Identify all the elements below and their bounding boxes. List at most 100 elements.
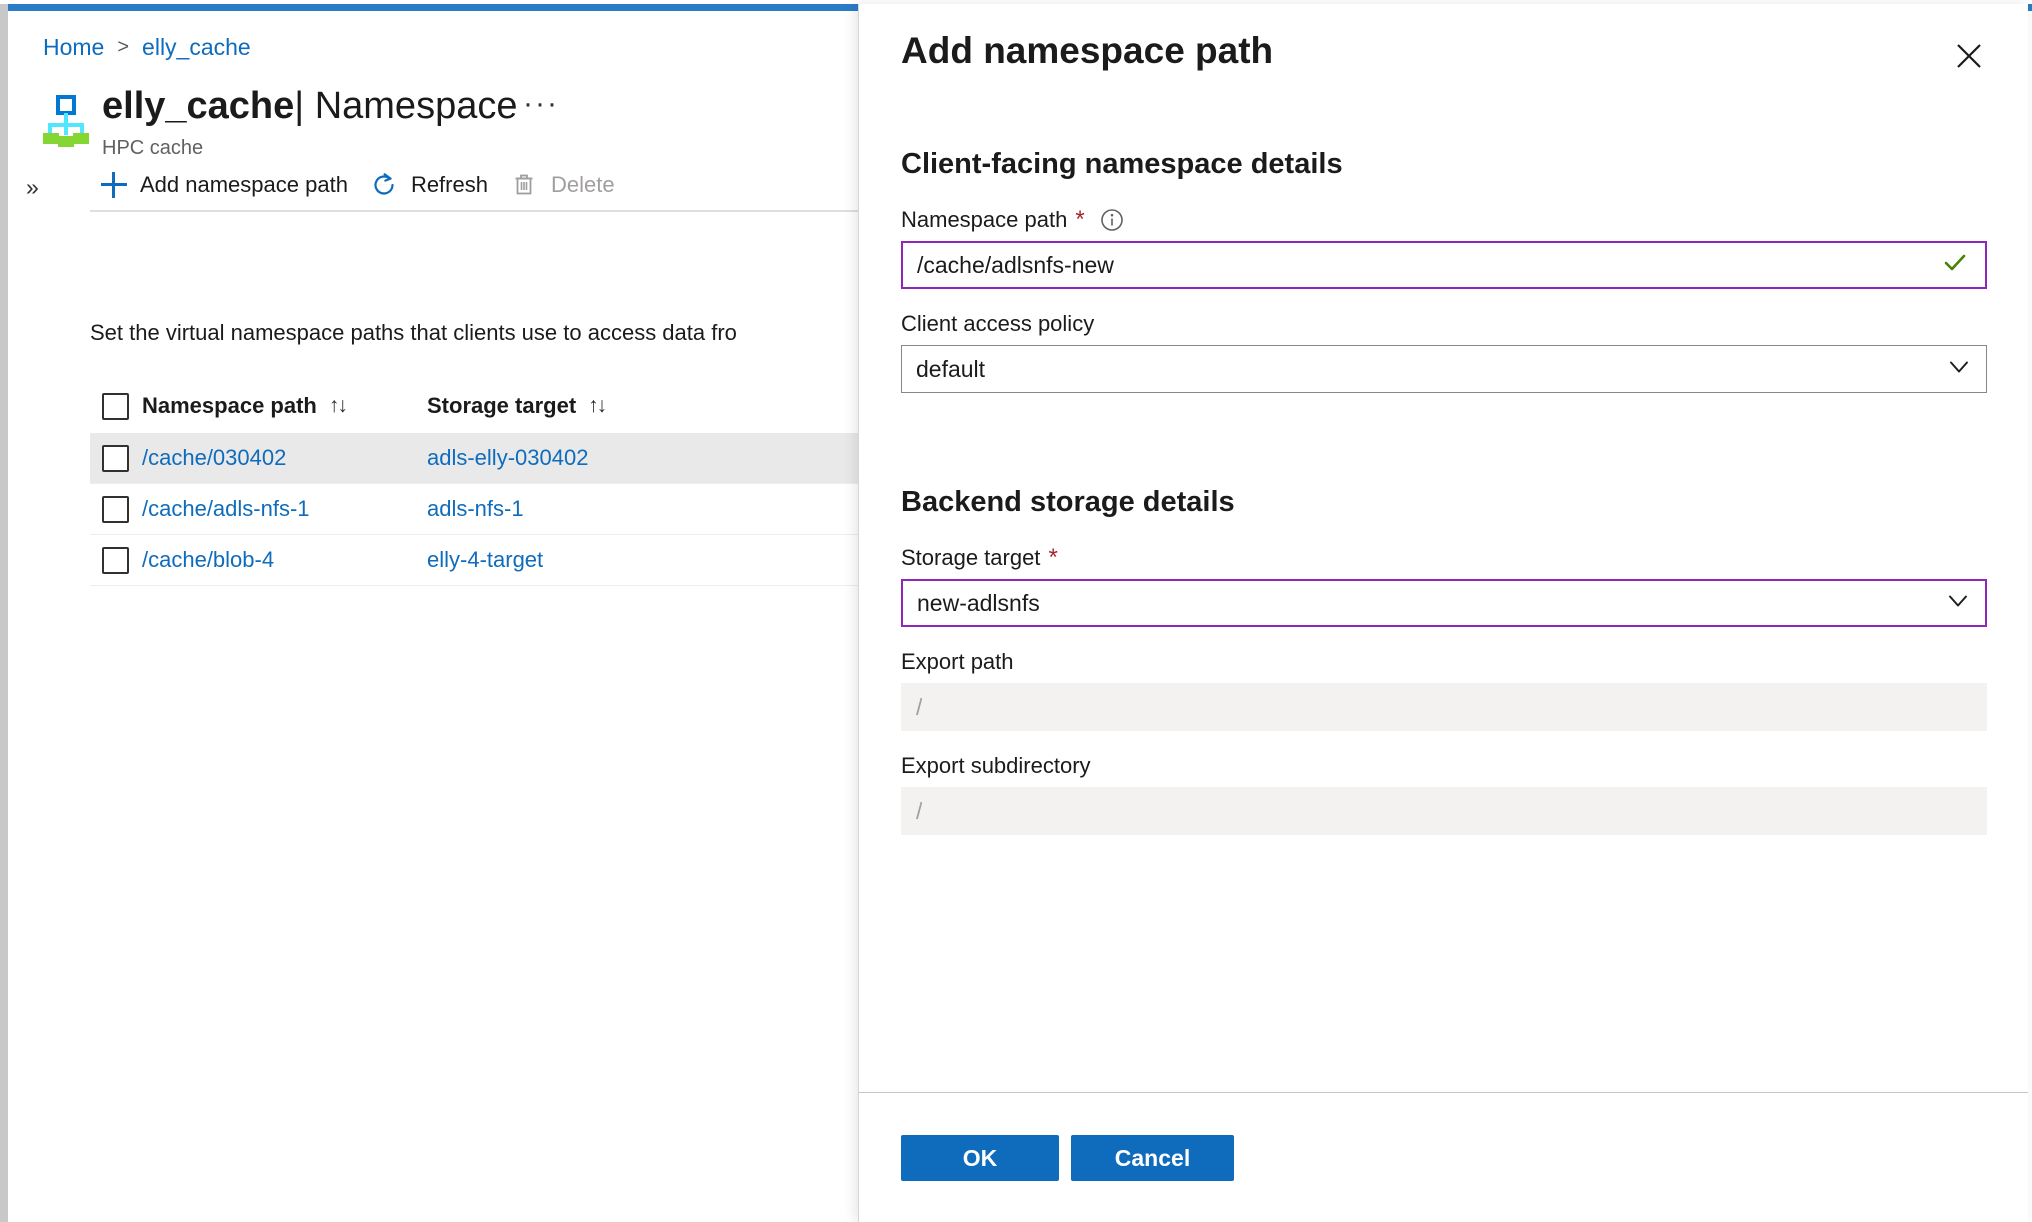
export-path-value: / xyxy=(916,693,923,720)
field-label-export-path: Export path xyxy=(901,649,1987,675)
more-commands-button[interactable]: ··· xyxy=(523,89,559,119)
field-label-export-subdirectory: Export subdirectory xyxy=(901,753,1987,779)
refresh-icon xyxy=(374,173,394,195)
required-asterisk-icon: * xyxy=(1075,206,1085,233)
cancel-button[interactable]: Cancel xyxy=(1071,1135,1234,1181)
field-label-storage-target: Storage target * xyxy=(901,545,1987,571)
row-namespace-path-cell: /cache/adls-nfs-1 xyxy=(142,496,427,522)
field-storage-target: Storage target * new-adlsnfs xyxy=(901,545,1987,627)
field-export-subdirectory: Export subdirectory / xyxy=(901,753,1987,835)
row-checkbox[interactable] xyxy=(102,495,129,523)
breadcrumb: Home > elly_cache xyxy=(43,33,251,61)
client-access-policy-select[interactable]: default xyxy=(901,345,1987,393)
field-label-client-access-policy: Client access policy xyxy=(901,311,1987,337)
table-row[interactable]: /cache/030402 adls-elly-030402 xyxy=(90,433,858,484)
client-access-policy-value: default xyxy=(916,355,986,382)
azure-portal-screen: Home > elly_cache elly_cache| Namespace xyxy=(0,0,2032,1222)
chevron-down-icon xyxy=(1946,354,1972,385)
field-label-namespace-path-text: Namespace path xyxy=(901,207,1068,232)
breadcrumb-home[interactable]: Home xyxy=(43,33,104,61)
row-storage-target-cell: adls-nfs-1 xyxy=(427,496,858,522)
row-storage-target-cell: elly-4-target xyxy=(427,547,858,573)
export-path-input: / xyxy=(901,683,1987,731)
column-header-namespace-path-label: Namespace path xyxy=(142,393,317,418)
add-namespace-path-panel: Add namespace path Client-facing namespa… xyxy=(858,4,2028,1222)
select-all-cell xyxy=(90,392,142,420)
storage-target-value: new-adlsnfs xyxy=(917,589,1040,616)
section-title-client-facing: Client-facing namespace details xyxy=(901,148,1343,180)
table-row[interactable]: /cache/adls-nfs-1 adls-nfs-1 xyxy=(90,484,858,535)
panel-footer: OK Cancel xyxy=(859,1092,2028,1222)
required-asterisk-icon: * xyxy=(1048,544,1058,571)
close-panel-button[interactable] xyxy=(1947,34,1991,78)
ok-button[interactable]: OK xyxy=(901,1135,1059,1181)
trash-icon xyxy=(515,174,533,195)
page-header: elly_cache| Namespace HPC cache xyxy=(38,83,517,161)
field-namespace-path: Namespace path * /cache/adlsnfs-new xyxy=(901,207,1987,289)
namespace-path-input[interactable]: /cache/adlsnfs-new xyxy=(901,241,1987,289)
field-label-export-subdirectory-text: Export subdirectory xyxy=(901,753,1091,778)
row-select-cell xyxy=(90,444,142,472)
command-toolbar: Add namespace path Refresh Delete xyxy=(90,161,626,209)
page-title-section: Namespace xyxy=(314,85,518,127)
row-storage-target-link[interactable]: adls-elly-030402 xyxy=(427,445,588,470)
chevron-down-icon xyxy=(1945,588,1971,619)
row-namespace-path-cell: /cache/blob-4 xyxy=(142,547,427,573)
field-label-storage-target-text: Storage target xyxy=(901,545,1041,570)
row-namespace-path-cell: /cache/030402 xyxy=(142,445,427,471)
page-subtitle: HPC cache xyxy=(102,137,204,159)
field-label-client-access-policy-text: Client access policy xyxy=(901,311,1095,336)
add-namespace-path-label: Add namespace path xyxy=(140,172,348,197)
row-checkbox[interactable] xyxy=(102,444,129,472)
breadcrumb-separator-icon: > xyxy=(117,36,130,58)
field-export-path: Export path / xyxy=(901,649,1987,731)
page-title-divider: | xyxy=(294,85,305,127)
row-storage-target-link[interactable]: elly-4-target xyxy=(427,547,543,572)
delete-button: Delete xyxy=(499,161,626,209)
column-header-namespace-path[interactable]: Namespace path ↑↓ xyxy=(142,393,427,419)
panel-body: Client-facing namespace details Namespac… xyxy=(859,96,2028,1092)
namespace-path-value: /cache/adlsnfs-new xyxy=(917,251,1114,278)
add-namespace-path-button[interactable]: Add namespace path xyxy=(90,161,359,209)
export-subdirectory-value: / xyxy=(916,797,923,824)
row-storage-target-cell: adls-elly-030402 xyxy=(427,445,858,471)
row-checkbox[interactable] xyxy=(102,546,129,574)
table-header-row: Namespace path ↑↓ Storage target ↑↓ xyxy=(90,379,858,433)
sort-icon: ↑↓ xyxy=(328,394,348,417)
refresh-label: Refresh xyxy=(410,172,488,197)
panel-title: Add namespace path xyxy=(901,30,1274,71)
row-namespace-path-link[interactable]: /cache/blob-4 xyxy=(142,547,274,572)
footer-buttons: OK Cancel xyxy=(901,1135,1234,1181)
storage-target-select[interactable]: new-adlsnfs xyxy=(901,579,1987,627)
namespace-list-blade: Home > elly_cache elly_cache| Namespace xyxy=(8,11,858,1218)
toolbar-divider xyxy=(90,210,858,212)
select-all-checkbox[interactable] xyxy=(102,392,129,420)
blade-description: Set the virtual namespace paths that cli… xyxy=(90,320,737,345)
page-title: elly_cache| Namespace xyxy=(102,83,517,129)
section-title-backend-storage: Backend storage details xyxy=(901,486,1235,518)
table-row[interactable]: /cache/blob-4 elly-4-target xyxy=(90,535,858,586)
info-icon[interactable] xyxy=(1099,207,1125,233)
field-client-access-policy: Client access policy default xyxy=(901,311,1987,393)
row-namespace-path-link[interactable]: /cache/adls-nfs-1 xyxy=(142,496,310,521)
window-left-edge xyxy=(0,4,8,1222)
panel-header: Add namespace path xyxy=(859,4,2028,96)
page-title-resource: elly_cache xyxy=(102,85,295,127)
column-header-storage-target-label: Storage target xyxy=(427,393,577,418)
field-label-export-path-text: Export path xyxy=(901,649,1014,674)
breadcrumb-elly-cache[interactable]: elly_cache xyxy=(142,33,251,61)
refresh-button[interactable]: Refresh xyxy=(359,161,499,209)
row-namespace-path-link[interactable]: /cache/030402 xyxy=(142,445,286,470)
field-label-namespace-path: Namespace path * xyxy=(901,207,1987,233)
row-select-cell xyxy=(90,546,142,574)
sort-icon: ↑↓ xyxy=(588,394,607,417)
row-select-cell xyxy=(90,495,142,523)
hpc-cache-icon xyxy=(43,95,89,147)
column-header-storage-target[interactable]: Storage target ↑↓ xyxy=(427,393,858,419)
export-subdirectory-input: / xyxy=(901,787,1987,835)
expand-sidebar-chevron-icon[interactable]: » xyxy=(26,174,39,201)
delete-label: Delete xyxy=(550,172,615,197)
row-storage-target-link[interactable]: adls-nfs-1 xyxy=(427,496,524,521)
plus-icon xyxy=(101,172,127,198)
namespace-paths-table: Namespace path ↑↓ Storage target ↑↓ /cac… xyxy=(90,379,858,586)
